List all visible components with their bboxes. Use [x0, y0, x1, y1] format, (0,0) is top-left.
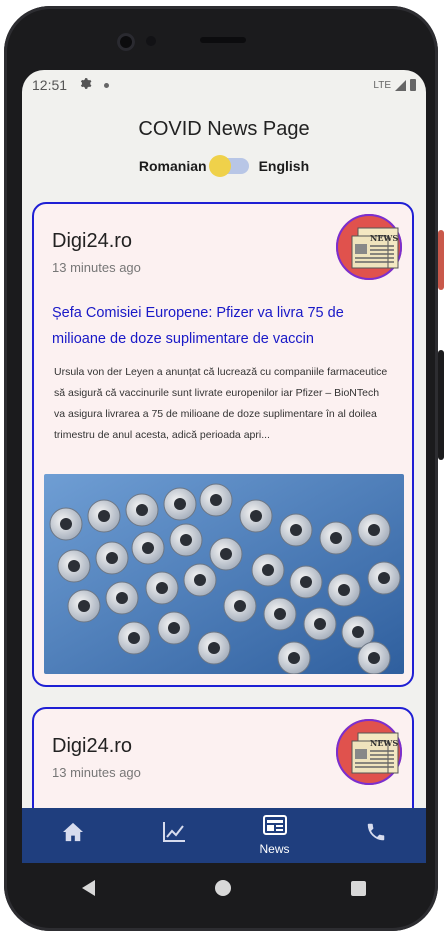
vial-stopper [142, 542, 154, 554]
article-photo[interactable] [44, 474, 404, 674]
side-button-power [438, 230, 444, 290]
system-navigation [22, 863, 426, 913]
nav-news-label: News [259, 842, 290, 856]
newspaper-icon-text: NEWS [370, 233, 398, 243]
article-time: 13 minutes ago [52, 260, 141, 275]
newspaper-icon: NEWS [336, 719, 402, 785]
bottom-navigation: News [22, 808, 426, 863]
vial-stopper [378, 572, 390, 584]
vial-stopper [368, 652, 380, 664]
side-button-volume [438, 350, 444, 460]
signal-icon [395, 79, 406, 91]
status-indicators: LTE [373, 79, 416, 91]
vial-stopper [352, 626, 364, 638]
vial-stopper [220, 548, 232, 560]
article-headline[interactable]: Șefa Comisiei Europene: Pfizer va livra … [52, 300, 382, 352]
nav-news[interactable]: News [224, 808, 325, 863]
vial-stopper [288, 652, 300, 664]
earpiece-speaker [200, 37, 246, 43]
language-right-label: English [258, 158, 310, 174]
vial-stopper [208, 642, 220, 654]
vial-stopper [136, 504, 148, 516]
vial-stopper [168, 622, 180, 634]
sensor [146, 36, 156, 46]
front-camera [117, 33, 135, 51]
vial-stopper [274, 608, 286, 620]
news-card[interactable]: Digi24.ro 13 minutes ago NEWS Șefa Comis… [32, 202, 414, 687]
newspaper-icon-text: NEWS [370, 738, 398, 748]
vial-stopper [180, 534, 192, 546]
language-switch[interactable] [208, 155, 249, 177]
vial-stopper [68, 560, 80, 572]
vial-stopper [314, 618, 326, 630]
article-source: Digi24.ro [52, 735, 133, 757]
language-left-label: Romanian [138, 158, 207, 174]
app-screen: 12:51 LTE COVID News Page Romanian Engli… [22, 70, 426, 863]
battery-icon [410, 79, 416, 91]
network-type: LTE [373, 79, 391, 91]
article-time: 13 minutes ago [52, 765, 141, 780]
vial-stopper [156, 582, 168, 594]
article-summary: Ursula von der Leyen a anunțat că lucrea… [54, 366, 388, 441]
vial-stopper [290, 524, 302, 536]
vial-stopper [250, 510, 262, 522]
article-source: Digi24.ro [52, 230, 133, 252]
vial-stopper [60, 518, 72, 530]
nav-stats[interactable] [123, 808, 224, 863]
vial-stopper [174, 498, 186, 510]
language-toggle-row: Romanian English [22, 155, 426, 177]
system-home-icon[interactable] [215, 880, 231, 896]
page-title: COVID News Page [138, 118, 310, 140]
phone-icon [365, 821, 387, 848]
vial-stopper [330, 532, 342, 544]
vial-stopper [116, 592, 128, 604]
status-bar: 12:51 LTE [22, 70, 426, 100]
switch-knob[interactable] [208, 155, 231, 177]
news-icon [262, 815, 287, 840]
recent-apps-icon[interactable] [351, 880, 366, 896]
status-time: 12:51 [32, 77, 68, 93]
vial-stopper [128, 632, 140, 644]
home-icon [62, 822, 84, 847]
back-icon[interactable] [82, 880, 95, 896]
vial-stopper [210, 494, 222, 506]
nav-contact[interactable] [325, 808, 426, 863]
vial-stopper [368, 524, 380, 536]
chart-icon [162, 821, 186, 848]
vial-stopper [262, 564, 274, 576]
vial-stopper [98, 510, 110, 522]
vial-stopper [300, 576, 312, 588]
newspaper-icon: NEWS [336, 214, 402, 280]
nav-home[interactable] [22, 808, 123, 863]
gear-icon [79, 77, 92, 93]
notification-dot [104, 82, 110, 88]
vial-stopper [234, 600, 246, 612]
vial-stopper [194, 574, 206, 586]
vial-stopper [338, 584, 350, 596]
vial-stopper [78, 600, 90, 612]
vial-stopper [106, 552, 118, 564]
